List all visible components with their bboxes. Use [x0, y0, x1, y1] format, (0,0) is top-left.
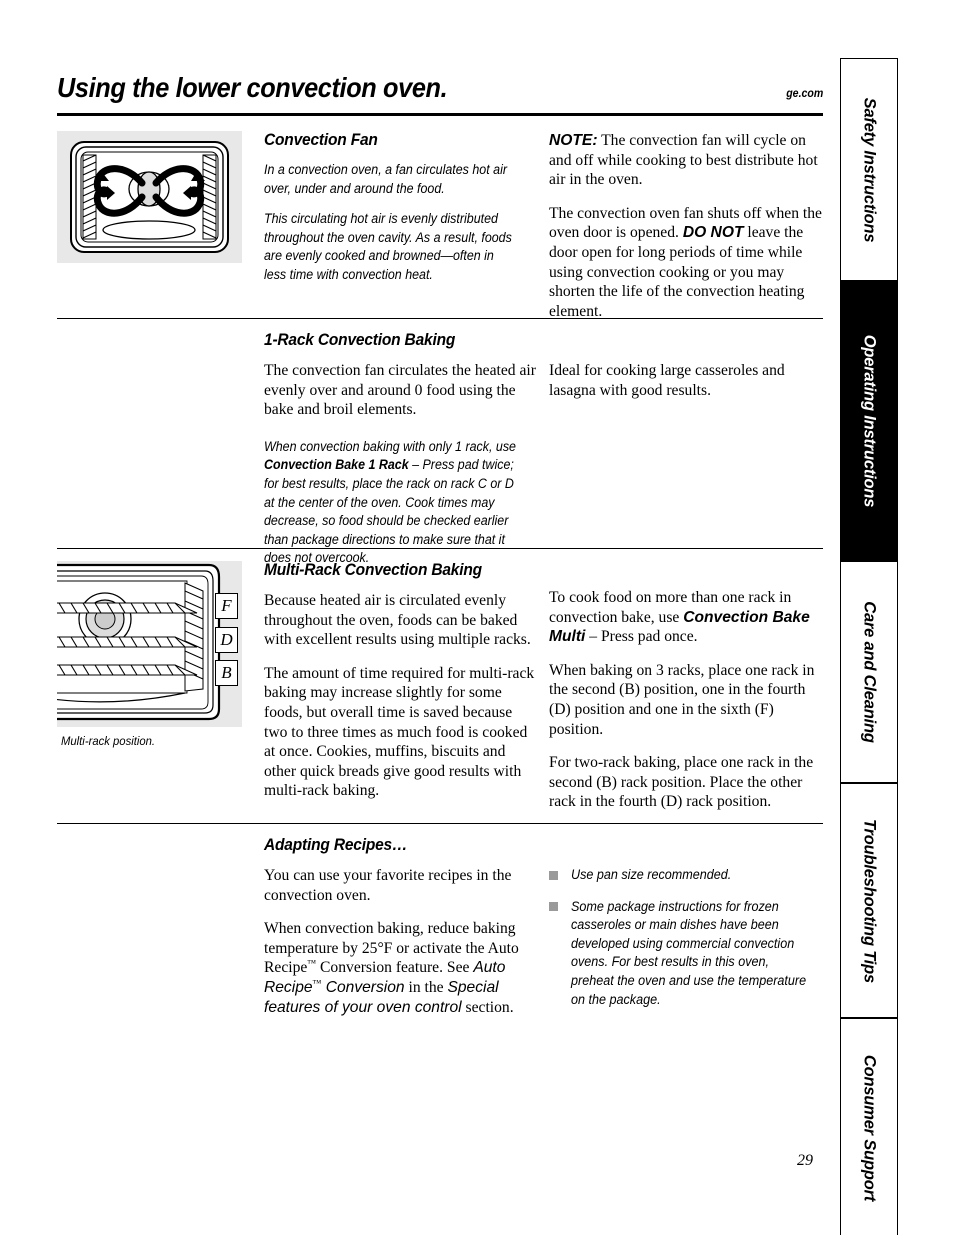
- multi-after: – Press pad once.: [585, 628, 698, 646]
- heading-adapting-recipes: Adapting Recipes…: [264, 836, 408, 854]
- heading-multi-rack-convection-baking: Multi-Rack Convection Baking: [264, 561, 482, 579]
- multi-rack-note-2: When baking on 3 racks, place one rack i…: [549, 661, 815, 738]
- do-not-paragraph: The convection oven fan shuts off when t…: [549, 204, 823, 322]
- sidebar-tab-label: Operating Instructions: [860, 334, 879, 508]
- bullet-square-icon: [549, 902, 558, 912]
- do-not-emphasis: DO NOT: [682, 224, 744, 242]
- one-rack-paragraph: The convection fan circulates the heated…: [264, 362, 536, 419]
- multi-rack-artwork-column: F D B Multi-rack position.: [50, 561, 242, 748]
- multi-rack-note-column: To cook food on more than one rack in co…: [549, 561, 823, 812]
- convection-oven-airflow-illustration: [57, 131, 242, 263]
- sidebar-tab-label: Troubleshooting Tips: [860, 818, 879, 983]
- one-rack-note-column: Ideal for cooking large casseroles and l…: [549, 331, 823, 400]
- adapting-recipes-bullet-list: Use pan size recommended. Some package i…: [549, 866, 823, 1009]
- multi-rack-caption: Multi-rack position.: [61, 734, 156, 748]
- page-header: Using the lower convection oven. ge.com: [57, 72, 823, 104]
- sidebar-tab-troubleshooting-tips[interactable]: Troubleshooting Tips: [840, 783, 898, 1018]
- convection-fan-note-column: NOTE: The convection fan will cycle on a…: [549, 131, 823, 321]
- adapting-paragraph-2: When convection baking, reduce baking te…: [264, 919, 536, 1017]
- multi-rack-text-column: Multi-Rack Convection Baking Because hea…: [264, 561, 536, 801]
- bullet-square-icon: [549, 870, 558, 880]
- rack-label-f: F: [215, 593, 238, 619]
- conversion-italic: Conversion: [321, 978, 405, 996]
- sidebar-tab-operating-instructions[interactable]: Operating Instructions: [840, 281, 898, 561]
- multi-rack-paragraph-2: The amount of time required for multi-ra…: [264, 664, 535, 800]
- multi-rack-note-1: To cook food on more than one rack in co…: [549, 588, 823, 647]
- sidebar-tab-care-and-cleaning[interactable]: Care and Cleaning: [840, 561, 898, 783]
- adapting-recipes-bullets-column: Use pan size recommended. Some package i…: [549, 836, 823, 1009]
- page-title: Using the lower convection oven.: [57, 72, 448, 103]
- title-rule: [57, 113, 823, 117]
- sidebar-tab-label: Consumer Support: [860, 1054, 879, 1202]
- convection-fan-paragraph-1: In a convection oven, a fan circulates h…: [264, 162, 507, 196]
- bullet-text-1: Use pan size recommended.: [571, 867, 732, 882]
- divider-2: [57, 548, 823, 550]
- divider-3: [57, 823, 823, 825]
- adapting-p3: in the: [404, 978, 448, 996]
- multi-rack-note-3: For two-rack baking, place one rack in t…: [549, 754, 814, 811]
- multi-rack-paragraph-1: Because heated air is circulated evenly …: [264, 592, 531, 649]
- heading-one-rack-convection-baking: 1-Rack Convection Baking: [264, 331, 456, 349]
- adapting-p4: section.: [461, 998, 514, 1016]
- one-rack-before: When convection baking with only 1 rack,…: [264, 438, 516, 454]
- note-label: NOTE:: [549, 132, 598, 149]
- one-rack-after: – Press pad twice; for best results, pla…: [264, 457, 514, 566]
- heading-convection-fan: Convection Fan: [264, 131, 378, 149]
- divider-1: [57, 318, 823, 320]
- list-item: Some package instructions for frozen cas…: [549, 898, 823, 1010]
- sidebar-tab-label: Care and Cleaning: [860, 601, 879, 743]
- bullet-text-2: Some package instructions for frozen cas…: [571, 898, 807, 1007]
- rack-label-d: D: [215, 627, 238, 653]
- manual-page: Using the lower convection oven. ge.com: [0, 0, 954, 1235]
- convection-bake-1-rack-label: Convection Bake 1 Rack: [264, 457, 409, 473]
- oven-airflow-svg: [57, 131, 242, 263]
- one-rack-text-column: 1-Rack Convection Baking The convection …: [264, 331, 536, 568]
- rack-label-b: B: [215, 660, 238, 686]
- convection-fan-text-column: Convection Fan In a convection oven, a f…: [264, 131, 536, 285]
- list-item: Use pan size recommended.: [549, 866, 823, 885]
- adapting-p2: Conversion feature. See: [316, 959, 474, 977]
- one-rack-ideal-paragraph: Ideal for cooking large casseroles and l…: [549, 362, 785, 399]
- adapting-paragraph-1: You can use your favorite recipes in the…: [264, 867, 512, 904]
- sidebar-tab-safety-instructions[interactable]: Safety Instructions: [840, 58, 898, 281]
- trademark-icon-1: ™: [307, 958, 317, 969]
- page-number: 29: [797, 1152, 813, 1169]
- sidebar-tab-consumer-support[interactable]: Consumer Support: [840, 1018, 898, 1235]
- sidebar-tab-label: Safety Instructions: [860, 97, 879, 242]
- convection-fan-paragraph-2: This circulating hot air is evenly distr…: [264, 211, 512, 282]
- website-label: ge.com: [785, 88, 823, 100]
- note-paragraph: NOTE: The convection fan will cycle on a…: [549, 131, 823, 190]
- convection-fan-artwork-column: [57, 131, 242, 263]
- adapting-recipes-text-column: Adapting Recipes… You can use your favor…: [264, 836, 536, 1017]
- section-tabs-sidebar: Safety Instructions Operating Instructio…: [840, 58, 898, 1235]
- multi-rack-oven-illustration: F D B: [50, 561, 242, 727]
